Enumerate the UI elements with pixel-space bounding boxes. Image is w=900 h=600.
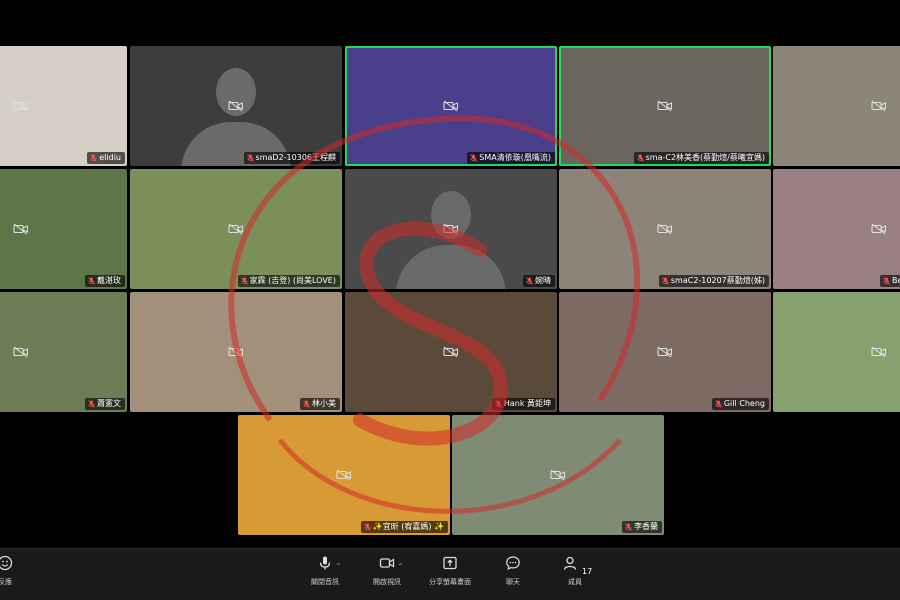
camera-off-icon bbox=[13, 223, 28, 235]
participant-name-label: 李香蘭 bbox=[622, 521, 662, 533]
microphone-muted-icon bbox=[240, 277, 248, 285]
camera-off-icon bbox=[657, 223, 672, 235]
participant-name-label: 家霖 (吉登) (尚美LOVE) bbox=[237, 275, 340, 287]
audio-label: 關閉音訊 bbox=[311, 578, 339, 586]
microphone-muted-icon bbox=[526, 277, 533, 285]
participant-tile[interactable]: smaD2-10306王程麒 bbox=[130, 46, 342, 166]
camera-off-icon bbox=[871, 346, 886, 358]
avatar-placeholder-body bbox=[396, 245, 506, 289]
participant-name-label: sma-C2林美香(蔡勤煊/蔡曦宜媽) bbox=[633, 152, 769, 164]
participant-tile[interactable] bbox=[773, 292, 900, 412]
microphone-muted-icon bbox=[246, 154, 254, 162]
participant-name-label: 林小美 bbox=[300, 398, 340, 410]
camera-off-icon bbox=[228, 223, 243, 235]
participant-name-label: 蕭憲文 bbox=[85, 398, 125, 410]
reactions-button[interactable]: 反應 bbox=[0, 555, 36, 597]
participant-tile[interactable]: sma-C2林美香(蔡勤煊/蔡曦宜媽) bbox=[559, 46, 771, 166]
participant-tile[interactable]: 林小美 bbox=[130, 292, 342, 412]
chat-button[interactable]: 聊天 bbox=[482, 555, 544, 597]
microphone-muted-icon bbox=[662, 277, 669, 285]
camera-off-icon bbox=[228, 346, 243, 358]
microphone-muted-icon bbox=[715, 400, 722, 408]
participant-name-label: smaD2-10306王程麒 bbox=[243, 152, 340, 164]
participant-tile[interactable]: 戴湛玫 bbox=[0, 169, 127, 289]
participant-name-label: 婉晴 bbox=[523, 275, 555, 287]
participant-name-label: ✨宜昕 (宥嘉媽) ✨ bbox=[360, 521, 448, 533]
participant-tile[interactable]: 婉晴 bbox=[345, 169, 557, 289]
microphone-muted-icon bbox=[90, 154, 98, 162]
video-camera-icon bbox=[379, 558, 395, 568]
microphone-muted-icon bbox=[495, 400, 502, 408]
chat-bubble-icon bbox=[506, 556, 520, 571]
camera-off-icon bbox=[13, 346, 28, 358]
camera-off-icon bbox=[228, 100, 243, 112]
chat-label: 聊天 bbox=[506, 578, 520, 586]
camera-off-icon bbox=[657, 100, 672, 112]
participant-tile[interactable]: Be bbox=[773, 169, 900, 289]
reactions-label: 反應 bbox=[0, 578, 12, 586]
participant-name-label: 戴湛玫 bbox=[85, 275, 125, 287]
participant-name-label: Be bbox=[880, 275, 900, 287]
share-screen-button[interactable]: 分享螢幕畫面 bbox=[419, 555, 481, 597]
participant-tile[interactable]: 蕭憲文 bbox=[0, 292, 127, 412]
microphone-muted-icon bbox=[625, 523, 632, 531]
camera-off-icon bbox=[871, 100, 886, 112]
camera-off-icon bbox=[657, 346, 672, 358]
participants-button[interactable]: 17 成員 bbox=[544, 555, 606, 597]
audio-button[interactable]: ^ 關閉音訊 bbox=[294, 555, 356, 597]
participant-name-label: Hank 黃鉅坤 bbox=[491, 398, 555, 410]
participant-name-label: smaC2-10207蔡勤煊(姊) bbox=[658, 275, 769, 287]
video-label: 開啟視訊 bbox=[373, 578, 401, 586]
audio-options-caret-icon[interactable]: ^ bbox=[336, 563, 341, 570]
smiley-icon bbox=[0, 555, 13, 571]
camera-off-icon bbox=[13, 100, 28, 112]
participant-tile[interactable]: Gill Cheng bbox=[559, 292, 771, 412]
microphone-muted-icon bbox=[303, 400, 310, 408]
participant-count: 17 bbox=[582, 567, 593, 576]
participant-tile[interactable] bbox=[773, 46, 900, 166]
microphone-muted-icon bbox=[88, 400, 95, 408]
camera-off-icon bbox=[871, 223, 886, 235]
microphone-muted-icon bbox=[88, 277, 95, 285]
video-grid: elidiu smaD2-10306王程麒 SMA清依璇(凰嘴流) sma-C2… bbox=[0, 0, 900, 548]
camera-off-icon bbox=[550, 469, 565, 481]
participant-tile[interactable]: smaC2-10207蔡勤煊(姊) bbox=[559, 169, 771, 289]
participant-tile[interactable]: elidiu bbox=[0, 46, 127, 166]
microphone-muted-icon bbox=[363, 523, 371, 531]
participant-name-label: SMA清依璇(凰嘴流) bbox=[467, 152, 555, 164]
participant-name-label: elidiu bbox=[87, 152, 125, 164]
meeting-toolbar: 反應 ^ 關閉音訊 ^ 開啟視訊 分享螢幕畫面 聊天 17 成員 bbox=[0, 548, 900, 600]
participant-tile[interactable]: 家霖 (吉登) (尚美LOVE) bbox=[130, 169, 342, 289]
video-button[interactable]: ^ 開啟視訊 bbox=[356, 555, 418, 597]
microphone-muted-icon bbox=[883, 277, 890, 285]
share-screen-label: 分享螢幕畫面 bbox=[429, 578, 471, 586]
camera-off-icon bbox=[443, 223, 458, 235]
participant-name-label: Gill Cheng bbox=[711, 398, 769, 410]
share-screen-icon bbox=[443, 556, 457, 570]
participant-tile[interactable]: ✨宜昕 (宥嘉媽) ✨ bbox=[238, 415, 450, 535]
video-options-caret-icon[interactable]: ^ bbox=[398, 563, 403, 570]
microphone-muted-icon bbox=[636, 154, 644, 162]
person-icon bbox=[563, 556, 577, 570]
participant-tile[interactable]: SMA清依璇(凰嘴流) bbox=[345, 46, 557, 166]
microphone-muted-icon bbox=[470, 154, 478, 162]
participant-tile[interactable]: Hank 黃鉅坤 bbox=[345, 292, 557, 412]
camera-off-icon bbox=[443, 100, 458, 112]
camera-off-icon bbox=[336, 469, 351, 481]
participant-tile[interactable]: 李香蘭 bbox=[452, 415, 664, 535]
participants-label: 成員 bbox=[568, 578, 582, 586]
microphone-icon bbox=[319, 556, 331, 570]
camera-off-icon bbox=[443, 346, 458, 358]
